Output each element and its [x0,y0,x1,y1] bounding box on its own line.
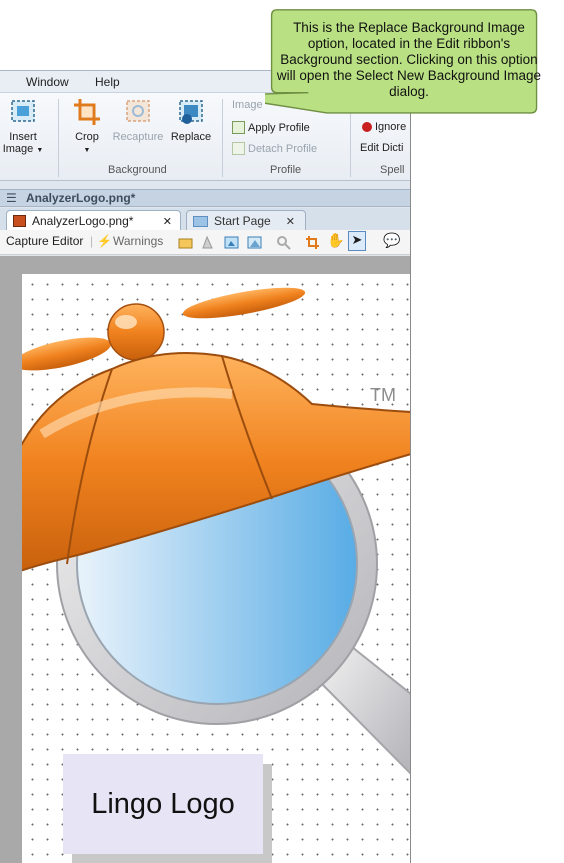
folder-icon[interactable] [178,235,193,250]
close-icon[interactable]: ✕ [286,215,295,228]
menu-lines-icon[interactable]: ☰ [6,191,17,205]
wand-icon: ⚡ [97,234,112,248]
image-bottom-icon[interactable] [247,235,262,250]
crop-tool-icon[interactable] [305,235,320,250]
profile-group-label: Profile [270,164,302,176]
close-icon[interactable]: ✕ [163,215,172,228]
spell-group-label: Spell [380,164,405,176]
crop-button[interactable]: Crop ▼ [70,97,104,157]
image-top-icon[interactable] [224,235,239,250]
replace-label: Replace [170,131,212,143]
apply-profile-icon [232,121,245,134]
ignore-icon [362,122,372,132]
zoom-icon[interactable] [276,235,291,250]
logo-text: Lingo Logo [91,787,235,820]
replace-background-button[interactable]: Replace [168,97,214,143]
window-title: AnalyzerLogo.png* [26,191,136,205]
menu-window[interactable]: Window [26,75,69,89]
edit-dictionary-button[interactable]: Edit Dicti [360,142,403,154]
stamp-icon[interactable] [200,235,215,250]
chevron-down-icon: ▼ [83,147,91,154]
apply-profile-label: Apply Profile [248,121,310,134]
editor-toolbar: Capture Editor | ⚡ Warnings ✋ ➤ 💬 [0,230,410,255]
document-tabs: AnalyzerLogo.png* ✕ Start Page ✕ [0,208,410,231]
tab-label: Start Page [214,214,271,228]
tab-start-page[interactable]: Start Page ✕ [186,210,306,231]
application-window: Window Help Insert Image ▼ Crop ▼ Recapt… [0,70,411,863]
tab-analyzerlogo[interactable]: AnalyzerLogo.png* ✕ [6,210,181,231]
menu-help[interactable]: Help [95,75,120,89]
replace-background-icon [176,97,206,127]
chevron-down-icon: ▼ [36,147,44,154]
recapture-icon [123,97,153,127]
insert-image-icon [8,97,38,127]
detach-profile-button[interactable]: Detach Profile [232,142,317,155]
crop-label: Crop [75,131,99,143]
insert-image-label: Insert Image [2,131,37,155]
background-group-label: Background [108,164,167,176]
tab-label: AnalyzerLogo.png* [32,214,134,228]
pointer-icon[interactable]: ➤ [348,231,366,251]
logo-text-box[interactable]: Lingo Logo [63,754,263,854]
image-canvas[interactable]: TM Lingo Logo [22,274,410,863]
crop-icon [72,97,102,127]
toolbar-separator: | [90,234,94,248]
trademark-label: TM [370,385,396,405]
speech-bubble-icon[interactable]: 💬 [383,232,400,249]
warnings-button[interactable]: Warnings [113,234,163,248]
hand-icon[interactable]: ✋ [327,232,344,249]
insert-image-button[interactable]: Insert Image ▼ [2,97,44,157]
capture-editor-label: Capture Editor [6,234,84,248]
canvas-area: TM Lingo Logo [0,256,410,863]
image-file-icon [13,215,26,227]
callout-text: This is the Replace Background Image opt… [276,20,542,99]
start-page-icon [193,215,208,227]
detach-profile-label: Detach Profile [248,142,318,155]
recapture-label: Recapture [112,131,164,143]
document-title-bar: ☰ AnalyzerLogo.png* [0,189,410,207]
detach-profile-icon [232,142,245,155]
image-profile-label: Image [232,99,263,111]
recapture-button[interactable]: Recapture [110,97,166,143]
